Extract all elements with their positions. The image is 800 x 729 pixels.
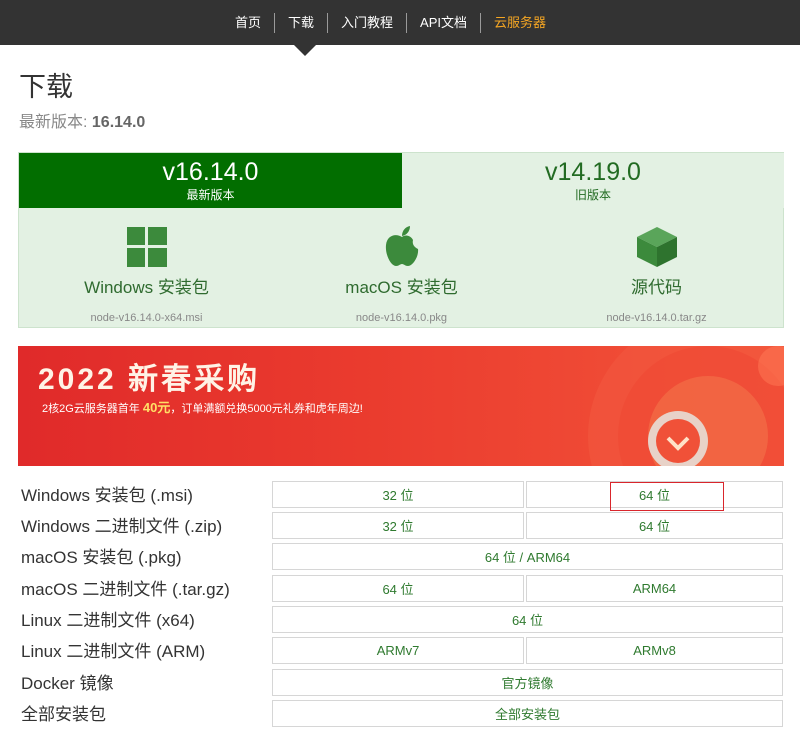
banner-subtitle: 2核2G云服务器首年 40元，订单满额兑换5000元礼券和虎年周边! bbox=[42, 401, 363, 416]
nav-items: 首页 下载 入门教程 API文档 云服务器 bbox=[222, 0, 559, 45]
row-label: Docker 镜像 bbox=[21, 674, 114, 693]
row-label: Windows 二进制文件 (.zip) bbox=[21, 517, 223, 536]
row-label: Linux 二进制文件 (ARM) bbox=[21, 642, 206, 661]
version-panel: v16.14.0 最新版本 v14.19.0 旧版本 Windows 安装包 n… bbox=[18, 152, 784, 328]
download-link-cell[interactable]: 64 位 bbox=[272, 575, 524, 602]
table-row: Windows 二进制文件 (.zip) 32 位 64 位 bbox=[18, 512, 784, 540]
latest-version-number: 16.14.0 bbox=[91, 114, 146, 131]
table-row: macOS 二进制文件 (.tar.gz) 64 位 ARM64 bbox=[18, 575, 784, 603]
row-label: Linux 二进制文件 (x64) bbox=[21, 611, 195, 630]
banner-sub-before: 2核2G云服务器首年 bbox=[42, 403, 143, 415]
top-nav: 首页 下载 入门教程 API文档 云服务器 bbox=[0, 0, 800, 45]
download-windows-installer[interactable]: Windows 安装包 node-v16.14.0-x64.msi bbox=[19, 225, 274, 325]
tab-latest-version-number: v16.14.0 bbox=[162, 158, 259, 186]
download-link-cell[interactable]: 官方镜像 bbox=[272, 669, 783, 696]
tab-latest-version-label: 最新版本 bbox=[186, 188, 235, 202]
latest-version-line: 最新版本: 16.14.0 bbox=[19, 113, 145, 133]
row-label: macOS 安装包 (.pkg) bbox=[21, 548, 182, 567]
banner-price: 40元 bbox=[142, 400, 171, 415]
tab-latest-version[interactable]: v16.14.0 最新版本 bbox=[19, 153, 402, 208]
download-link-cell[interactable]: ARMv7 bbox=[272, 637, 524, 664]
banner-sub-after: ，订单满额兑换5000元礼券和虎年周边! bbox=[170, 403, 363, 415]
table-row: Windows 安装包 (.msi) 32 位 64 位 bbox=[18, 481, 784, 511]
download-source-code[interactable]: 源代码 node-v16.14.0.tar.gz bbox=[529, 225, 784, 325]
latest-version-prefix: 最新版本: bbox=[19, 114, 92, 131]
banner-title: 2022 新春采购 bbox=[38, 363, 261, 396]
download-name: Windows 安装包 bbox=[84, 278, 209, 297]
download-name: 源代码 bbox=[631, 278, 682, 297]
promo-banner[interactable]: 2022 新春采购 2核2G云服务器首年 40元，订单满额兑换5000元礼券和虎… bbox=[18, 346, 784, 466]
download-link-cell[interactable]: 全部安装包 bbox=[272, 700, 783, 727]
download-filename: node-v16.14.0.tar.gz bbox=[606, 312, 707, 324]
page-title: 下载 bbox=[19, 72, 73, 102]
row-label: macOS 二进制文件 (.tar.gz) bbox=[21, 580, 230, 599]
download-macos-installer[interactable]: macOS 安装包 node-v16.14.0.pkg bbox=[274, 225, 529, 325]
tab-old-version-label: 旧版本 bbox=[574, 188, 611, 202]
download-name: macOS 安装包 bbox=[345, 278, 458, 297]
download-link-cell[interactable]: 64 位 bbox=[526, 481, 783, 511]
windows-icon bbox=[19, 225, 274, 269]
download-filename: node-v16.14.0.pkg bbox=[355, 312, 448, 324]
download-link-cell[interactable]: ARM64 bbox=[526, 575, 783, 602]
download-link-cell[interactable]: 64 位 bbox=[272, 606, 783, 633]
active-nav-pointer bbox=[294, 45, 316, 56]
nav-cloud-server[interactable]: 云服务器 bbox=[481, 13, 559, 33]
download-link-cell[interactable]: 64 位 bbox=[526, 512, 783, 539]
table-row: Docker 镜像 官方镜像 bbox=[18, 669, 784, 697]
download-filename: node-v16.14.0-x64.msi bbox=[90, 312, 203, 324]
row-label: 全部安装包 bbox=[21, 705, 106, 724]
tab-old-version[interactable]: v14.19.0 旧版本 bbox=[402, 153, 784, 208]
download-link-cell[interactable]: 32 位 bbox=[272, 481, 524, 508]
download-link-cell[interactable]: 32 位 bbox=[272, 512, 524, 539]
nav-api-docs[interactable]: API文档 bbox=[407, 13, 480, 33]
source-box-icon bbox=[529, 225, 784, 269]
download-link-cell[interactable]: 64 位 / ARM64 bbox=[272, 543, 783, 570]
nav-tutorial[interactable]: 入门教程 bbox=[328, 13, 406, 33]
tab-old-version-number: v14.19.0 bbox=[545, 158, 641, 186]
nav-home[interactable]: 首页 bbox=[222, 13, 274, 33]
table-row: Linux 二进制文件 (ARM) ARMv7 ARMv8 bbox=[18, 637, 784, 665]
table-row: Linux 二进制文件 (x64) 64 位 bbox=[18, 606, 784, 634]
nav-download[interactable]: 下载 bbox=[275, 13, 327, 33]
download-link-cell[interactable]: ARMv8 bbox=[526, 637, 783, 664]
table-row: 全部安装包 全部安装包 bbox=[18, 700, 784, 728]
apple-icon bbox=[274, 225, 529, 269]
table-row: macOS 安装包 (.pkg) 64 位 / ARM64 bbox=[18, 543, 784, 571]
row-label: Windows 安装包 (.msi) bbox=[21, 486, 193, 505]
